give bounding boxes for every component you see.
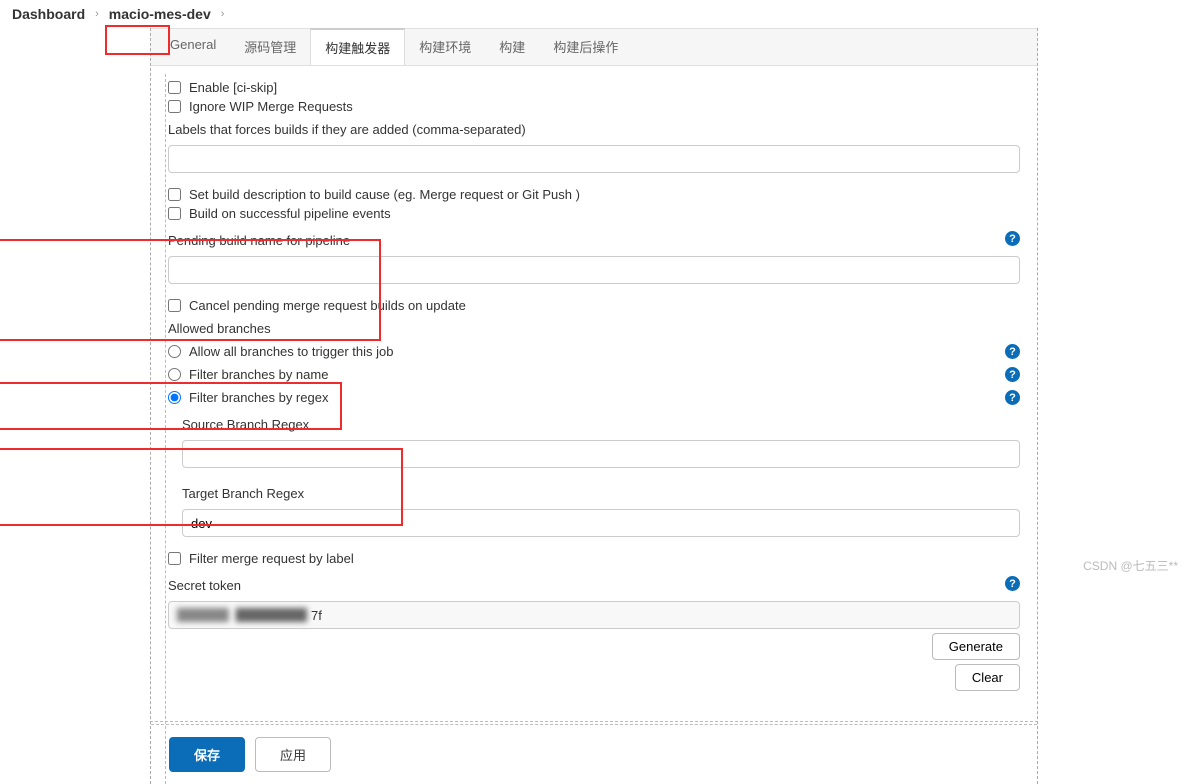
build-pipeline-label: Build on successful pipeline events <box>189 206 391 221</box>
build-pipeline-checkbox[interactable] <box>168 207 181 220</box>
secret-token-suffix: 7f <box>311 608 322 623</box>
allowed-branches-label: Allowed branches <box>168 321 1020 336</box>
labels-force-label: Labels that forces builds if they are ad… <box>168 122 1020 137</box>
filter-mr-label-checkbox[interactable] <box>168 552 181 565</box>
source-regex-input[interactable] <box>182 440 1020 468</box>
ignore-wip-label: Ignore WIP Merge Requests <box>189 99 353 114</box>
tab-post-build[interactable]: 构建后操作 <box>539 29 632 65</box>
source-regex-label: Source Branch Regex <box>182 417 1020 432</box>
help-icon[interactable]: ? <box>1005 576 1020 591</box>
target-regex-input[interactable] <box>182 509 1020 537</box>
ignore-wip-checkbox[interactable] <box>168 100 181 113</box>
chevron-right-icon: › <box>221 8 225 20</box>
help-icon[interactable]: ? <box>1005 390 1020 405</box>
tab-build-env[interactable]: 构建环境 <box>405 29 485 65</box>
clear-button[interactable]: Clear <box>955 664 1020 691</box>
breadcrumb-dashboard[interactable]: Dashboard <box>12 6 85 22</box>
labels-force-input[interactable] <box>168 145 1020 173</box>
help-icon[interactable]: ? <box>1005 231 1020 246</box>
chevron-right-icon: › <box>95 8 99 20</box>
filter-name-radio[interactable] <box>168 368 181 381</box>
generate-button[interactable]: Generate <box>932 633 1020 660</box>
tab-general[interactable]: General <box>156 29 230 65</box>
config-tabs: General 源码管理 构建触发器 构建环境 构建 构建后操作 <box>150 28 1038 66</box>
watermark: CSDN @七五三** <box>1083 557 1178 574</box>
set-desc-label: Set build description to build cause (eg… <box>189 187 580 202</box>
action-row: 保存 应用 <box>151 724 1037 784</box>
filter-mr-label-label: Filter merge request by label <box>189 551 354 566</box>
tab-scm[interactable]: 源码管理 <box>230 29 310 65</box>
allow-all-label: Allow all branches to trigger this job <box>189 344 394 359</box>
save-button[interactable]: 保存 <box>169 737 245 772</box>
secret-token-masked <box>177 608 307 622</box>
help-icon[interactable]: ? <box>1005 367 1020 382</box>
breadcrumb: Dashboard › macio-mes-dev › <box>0 0 1184 28</box>
filter-regex-label: Filter branches by regex <box>189 390 328 405</box>
filter-name-label: Filter branches by name <box>189 367 328 382</box>
target-regex-label: Target Branch Regex <box>182 486 1020 501</box>
allow-all-radio[interactable] <box>168 345 181 358</box>
enable-ci-skip-checkbox[interactable] <box>168 81 181 94</box>
apply-button[interactable]: 应用 <box>255 737 331 772</box>
breadcrumb-project[interactable]: macio-mes-dev <box>109 6 211 22</box>
pending-name-input[interactable] <box>168 256 1020 284</box>
set-desc-checkbox[interactable] <box>168 188 181 201</box>
help-icon[interactable]: ? <box>1005 344 1020 359</box>
secret-token-field[interactable]: 7f <box>168 601 1020 629</box>
secret-token-label: Secret token <box>168 578 241 593</box>
enable-ci-skip-label: Enable [ci-skip] <box>189 80 277 95</box>
cancel-pending-checkbox[interactable] <box>168 299 181 312</box>
cancel-pending-label: Cancel pending merge request builds on u… <box>189 298 466 313</box>
tab-build[interactable]: 构建 <box>485 29 539 65</box>
tab-build-triggers[interactable]: 构建触发器 <box>310 28 405 65</box>
pending-name-label: Pending build name for pipeline <box>168 233 350 248</box>
filter-regex-radio[interactable] <box>168 391 181 404</box>
